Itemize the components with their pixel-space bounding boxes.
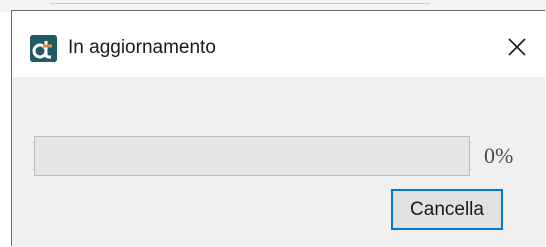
window-title: In aggiornamento [68, 37, 216, 58]
update-dialog: In aggiornamento 0% Cancella [11, 10, 545, 247]
background-window-ghost [50, 0, 430, 4]
progress-percent-label: 0% [484, 143, 514, 168]
title-bar[interactable]: In aggiornamento [12, 11, 545, 77]
cancel-button[interactable]: Cancella [391, 189, 503, 230]
desktop-background: In aggiornamento 0% Cancella [0, 0, 546, 247]
dialog-body: 0% Cancella [12, 77, 545, 247]
close-icon [508, 38, 526, 56]
progress-bar [34, 136, 470, 176]
app-logo-icon [30, 35, 57, 62]
close-button[interactable] [499, 29, 535, 65]
